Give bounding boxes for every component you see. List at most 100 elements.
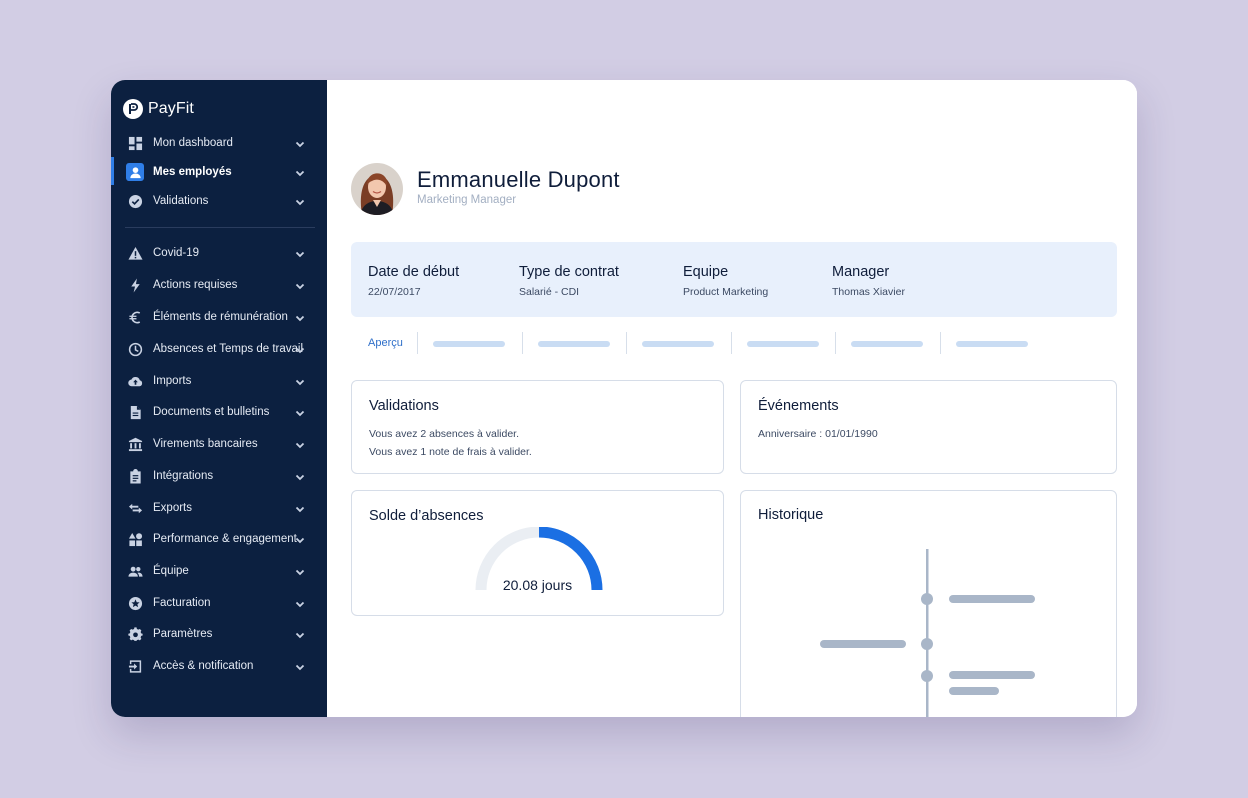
info-value: Salarié - CDI <box>519 286 580 298</box>
employee-name: Emmanuelle Dupont <box>417 167 620 192</box>
dashboard-icon <box>126 134 144 152</box>
sidebar-item-label: Paramètres <box>153 628 213 640</box>
sidebar-item-acces-notification[interactable]: Accès & notification <box>111 652 327 680</box>
absence-balance-value: 20.08 jours <box>502 577 573 593</box>
sidebar-item-elements-remuneration[interactable]: Éléments de rémunération <box>111 303 327 331</box>
timeline-entry-placeholder <box>949 671 1035 679</box>
chevron-down-icon[interactable] <box>294 166 306 178</box>
tab-placeholder[interactable] <box>956 341 1028 347</box>
chevron-down-icon[interactable] <box>294 137 306 149</box>
chevron-down-icon[interactable] <box>294 311 306 323</box>
tab-separator <box>940 332 941 354</box>
chevron-down-icon[interactable] <box>294 375 306 387</box>
tab-placeholder[interactable] <box>851 341 923 347</box>
sidebar-item-mes-employes[interactable]: Mes employés <box>111 158 327 186</box>
employee-info-band: Date de début 22/07/2017 Type de contrat… <box>351 242 1117 317</box>
sidebar-item-label: Facturation <box>153 597 211 609</box>
info-value: 22/07/2017 <box>368 286 421 298</box>
chevron-down-icon[interactable] <box>294 195 306 207</box>
sidebar-item-label: Accès & notification <box>153 660 254 672</box>
info-manager: Manager Thomas Xiavier <box>832 264 905 298</box>
sidebar-item-imports[interactable]: Imports <box>111 367 327 395</box>
tab-separator <box>731 332 732 354</box>
sidebar-item-label: Éléments de rémunération <box>153 311 288 323</box>
card-title: Solde d’absences <box>369 508 484 524</box>
sidebar-item-equipe[interactable]: Équipe <box>111 557 327 585</box>
sidebar-item-performance[interactable]: Performance & engagement <box>111 525 327 553</box>
chevron-down-icon[interactable] <box>294 533 306 545</box>
info-label: Date de début <box>368 264 460 280</box>
history-card[interactable]: Historique <box>740 490 1117 717</box>
swap-arrows-icon <box>126 499 144 517</box>
sidebar-item-label: Validations <box>153 195 209 207</box>
main-content: Emmanuelle Dupont Marketing Manager Date… <box>327 80 1137 717</box>
sidebar-item-label: Imports <box>153 375 192 387</box>
sidebar-item-documents[interactable]: Documents et bulletins <box>111 398 327 426</box>
tab-separator <box>626 332 627 354</box>
absence-balance-card[interactable]: Solde d’absences 20.08 jours <box>351 490 724 616</box>
validations-card[interactable]: Validations Vous avez 2 absences à valid… <box>351 380 724 474</box>
chevron-down-icon[interactable] <box>294 565 306 577</box>
sidebar-item-parametres[interactable]: Paramètres <box>111 620 327 648</box>
sidebar-item-virements[interactable]: Virements bancaires <box>111 430 327 458</box>
sidebar-item-integrations[interactable]: Intégrations <box>111 462 327 490</box>
sidebar-item-label: Actions requises <box>153 279 238 291</box>
chevron-down-icon[interactable] <box>294 343 306 355</box>
sidebar-item-label: Mes employés <box>153 166 232 178</box>
info-team: Equipe Product Marketing <box>683 264 768 298</box>
sidebar-item-facturation[interactable]: Facturation <box>111 589 327 617</box>
timeline-entry-placeholder <box>949 595 1035 603</box>
chevron-down-icon[interactable] <box>294 279 306 291</box>
chevron-down-icon[interactable] <box>294 247 306 259</box>
chevron-down-icon[interactable] <box>294 406 306 418</box>
chevron-down-icon[interactable] <box>294 502 306 514</box>
tab-bar: Aperçu <box>351 332 1117 354</box>
tab-apercu[interactable]: Aperçu <box>368 337 403 349</box>
chevron-down-icon[interactable] <box>294 470 306 482</box>
events-card[interactable]: Événements Anniversaire : 01/01/1990 <box>740 380 1117 474</box>
timeline-node <box>921 638 933 650</box>
chevron-down-icon[interactable] <box>294 438 306 450</box>
sidebar-item-absences-temps[interactable]: Absences et Temps de travail <box>111 335 327 363</box>
tab-placeholder[interactable] <box>433 341 505 347</box>
tab-separator <box>835 332 836 354</box>
tab-placeholder[interactable] <box>747 341 819 347</box>
tab-separator <box>417 332 418 354</box>
gear-icon <box>126 625 144 643</box>
chevron-down-icon[interactable] <box>294 660 306 672</box>
euro-icon <box>126 308 144 326</box>
app-window: PayFit Mon dashboard Mes employés Valida… <box>111 80 1137 717</box>
sidebar-item-mon-dashboard[interactable]: Mon dashboard <box>111 129 327 157</box>
sidebar-item-exports[interactable]: Exports <box>111 494 327 522</box>
check-circle-icon <box>126 192 144 210</box>
timeline-axis <box>926 549 929 717</box>
person-icon <box>126 163 144 181</box>
sidebar-item-label: Absences et Temps de travail <box>153 343 304 355</box>
brand-name: PayFit <box>148 100 194 117</box>
info-contract-type: Type de contrat Salarié - CDI <box>519 264 619 298</box>
sidebar-item-label: Mon dashboard <box>153 137 233 149</box>
validation-line: Vous avez 2 absences à valider. <box>369 428 520 440</box>
tab-placeholder[interactable] <box>538 341 610 347</box>
sidebar-item-label: Virements bancaires <box>153 438 258 450</box>
sidebar-item-label: Intégrations <box>153 470 214 482</box>
info-label: Type de contrat <box>519 264 619 280</box>
card-title: Événements <box>758 398 839 414</box>
sidebar-item-validations[interactable]: Validations <box>111 187 327 215</box>
sidebar-item-label: Exports <box>153 502 192 514</box>
info-label: Manager <box>832 264 890 280</box>
clipboard-icon <box>126 467 144 485</box>
chevron-down-icon[interactable] <box>294 628 306 640</box>
star-badge-icon <box>126 594 144 612</box>
bank-icon <box>126 435 144 453</box>
avatar[interactable] <box>351 163 403 215</box>
brand[interactable]: PayFit <box>123 99 194 119</box>
chevron-down-icon[interactable] <box>294 597 306 609</box>
clock-icon <box>126 340 144 358</box>
sidebar-item-covid-19[interactable]: Covid-19 <box>111 239 327 267</box>
event-line: Anniversaire : 01/01/1990 <box>758 428 878 440</box>
login-icon <box>126 657 144 675</box>
timeline-node <box>921 670 933 682</box>
sidebar-item-actions-requises[interactable]: Actions requises <box>111 271 327 299</box>
tab-placeholder[interactable] <box>642 341 714 347</box>
